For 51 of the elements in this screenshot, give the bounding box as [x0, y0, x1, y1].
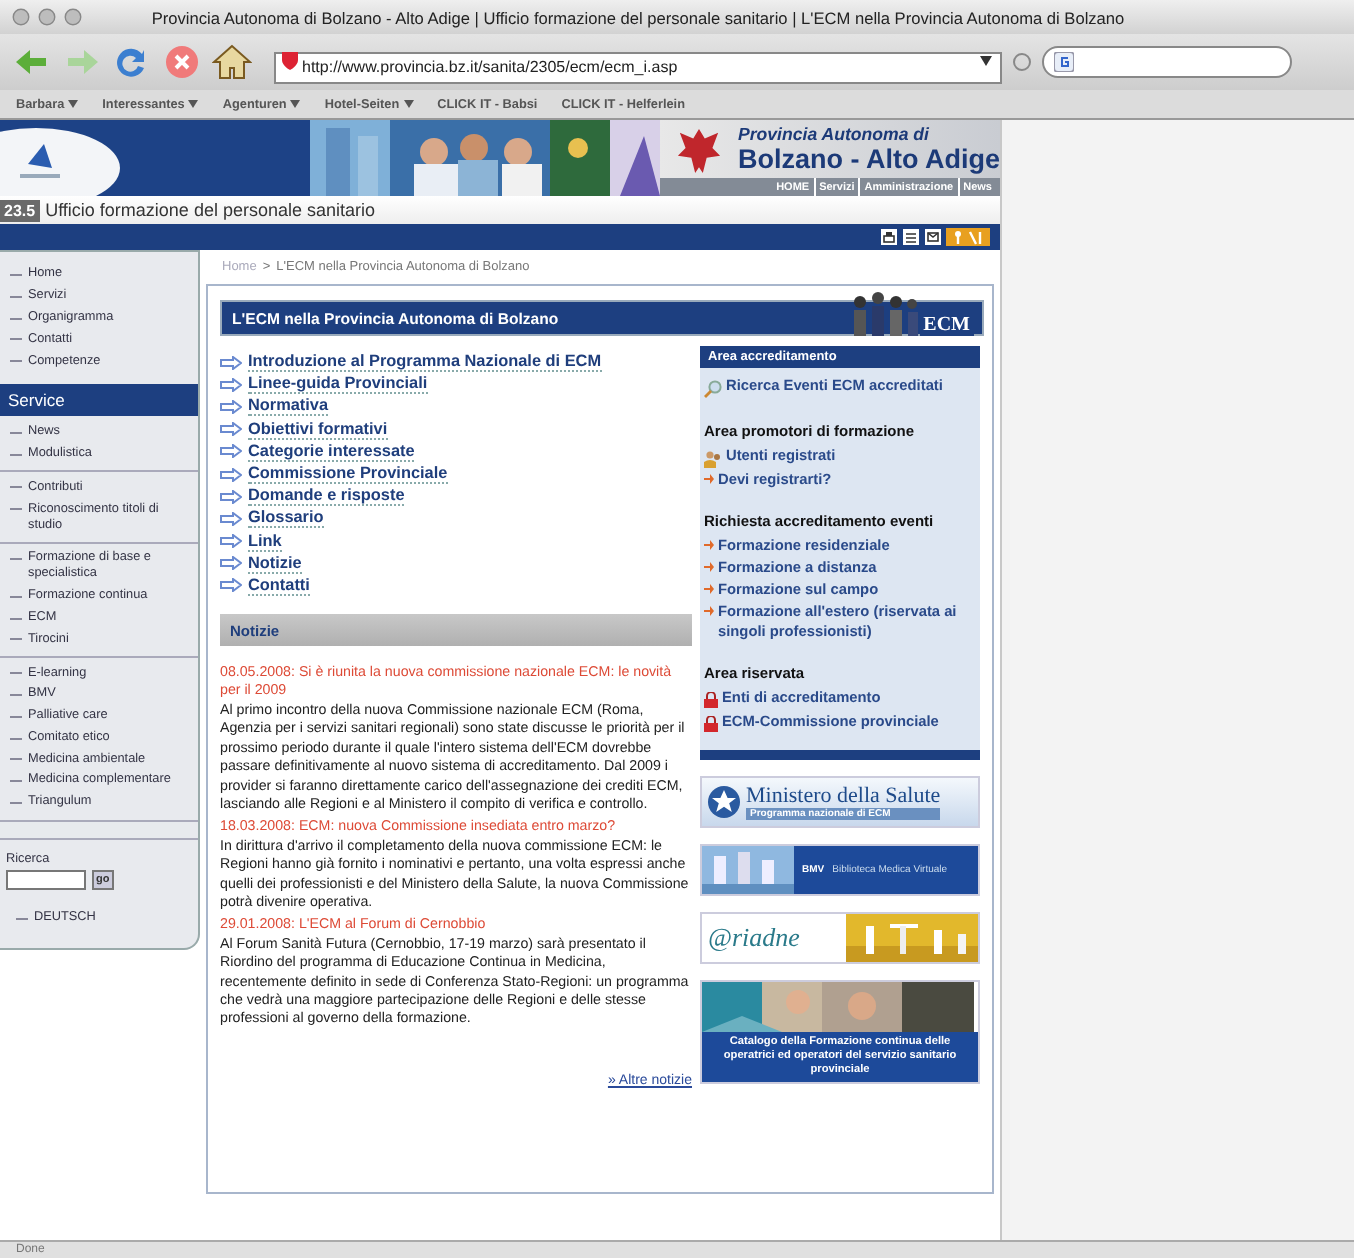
- ecm-logo: ECM: [849, 288, 974, 336]
- arrow-icon: [704, 474, 714, 484]
- nav-link[interactable]: Glossario: [220, 508, 324, 531]
- section-heading: Service: [0, 383, 198, 416]
- lock-icon: [704, 715, 718, 732]
- banner-title: @riadne: [708, 922, 800, 955]
- home-icon[interactable]: [212, 42, 252, 82]
- nav-link[interactable]: Introduzione al Programma Nazionale di ECM: [220, 352, 602, 375]
- arrow-icon: [220, 511, 242, 526]
- magnifier-icon: [704, 380, 722, 398]
- users-icon: [704, 449, 722, 467]
- window-title: Provincia Autonoma di Bolzano - Alto Adige | Ufficio formazione del personale sanitario | L'ECM nella Provincia Autonoma di Bolzano: [149, 7, 1127, 27]
- arrow-icon: [220, 489, 242, 504]
- banner-title: Ministero della Salute: [746, 784, 941, 809]
- arrow-icon: [220, 578, 242, 593]
- arrow-icon: [220, 355, 242, 370]
- url-field[interactable]: http://www.provincia.bz.it/sanita/2305/ecm/ecm_i.asp: [274, 51, 1002, 83]
- arrow-icon: [220, 444, 242, 459]
- nav-link[interactable]: Contatti: [220, 575, 310, 599]
- nav-link[interactable]: Link: [220, 531, 282, 554]
- arrow-icon: [220, 556, 242, 571]
- nav-link[interactable]: Domande e risposte: [220, 486, 405, 509]
- mail-icon[interactable]: [924, 228, 942, 246]
- nav-link[interactable]: Obiettivi formativi: [220, 419, 388, 442]
- arrow-icon: [220, 377, 242, 392]
- document-icon[interactable]: [902, 228, 920, 246]
- nav-link[interactable]: Commissione Provinciale: [220, 463, 448, 487]
- office-number: 23.5: [0, 199, 40, 221]
- caret-icon[interactable]: [980, 56, 992, 66]
- nav-link[interactable]: Linee-guida Provinciali: [220, 374, 428, 397]
- emblem-icon: [706, 784, 742, 821]
- ariadne-banner[interactable]: @riadne: [700, 912, 980, 965]
- search-engine-icon: [1054, 52, 1074, 72]
- search-field[interactable]: [1042, 46, 1292, 78]
- office-name: Ufficio formazione del personale sanitario: [45, 200, 376, 220]
- arrow-icon: [220, 467, 242, 482]
- window-buttons[interactable]: [12, 8, 82, 26]
- arrow-icon: [220, 399, 242, 414]
- province-name: Bolzano - Alto Adige: [738, 144, 1000, 174]
- arrow-icon: [220, 534, 242, 549]
- nav-link[interactable]: Normativa: [220, 396, 329, 420]
- nav-link[interactable]: Notizie: [220, 553, 302, 576]
- province-name: Provincia Autonoma di: [738, 124, 931, 144]
- lock-icon: [704, 692, 718, 709]
- shield-icon: [282, 52, 298, 70]
- arrow-icon: [220, 422, 242, 437]
- nav-link[interactable]: Categorie interessate: [220, 441, 415, 464]
- printer-icon[interactable]: [880, 228, 898, 246]
- stop-icon[interactable]: [162, 42, 202, 82]
- bookmark-icon[interactable]: [1012, 52, 1032, 72]
- search-field[interactable]: [6, 869, 86, 890]
